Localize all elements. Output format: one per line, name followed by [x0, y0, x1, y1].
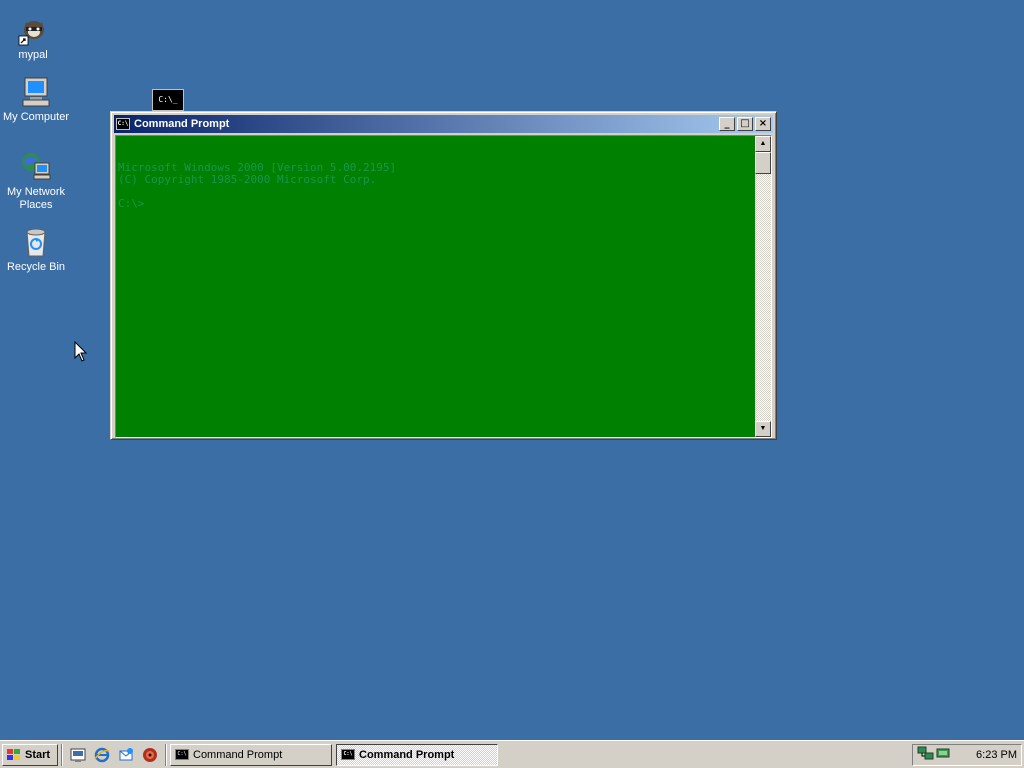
- windows-logo-icon: [6, 748, 22, 762]
- title-bar[interactable]: C:\ Command Prompt _ □ ×: [114, 115, 773, 133]
- window-title: Command Prompt: [134, 118, 230, 130]
- desktop-icon-label: My Network Places: [6, 186, 66, 211]
- cmd-drag-icon: C:\_: [152, 89, 184, 111]
- show-desktop-icon[interactable]: [68, 745, 88, 765]
- media-player-icon[interactable]: [140, 745, 160, 765]
- scroll-track[interactable]: [755, 174, 771, 421]
- clock[interactable]: 6:23 PM: [976, 749, 1017, 761]
- mouse-cursor-icon: [74, 340, 88, 366]
- cmd-task-icon: C:\: [341, 749, 355, 760]
- recycle-bin-icon: [20, 226, 52, 258]
- vertical-scrollbar[interactable]: ▲ ▼: [755, 136, 771, 437]
- console-line: (C) Copyright 1985-2000 Microsoft Corp.: [118, 173, 377, 186]
- scroll-thumb[interactable]: [755, 152, 771, 174]
- network-tray-icon-2[interactable]: [935, 745, 953, 764]
- taskbar-separator: [61, 743, 63, 766]
- system-tray: 6:23 PM: [912, 743, 1022, 766]
- desktop-icon-label: Recycle Bin: [6, 261, 66, 273]
- close-button[interactable]: ×: [755, 117, 771, 131]
- scroll-up-arrow-icon[interactable]: ▲: [755, 136, 771, 152]
- desktop-icon-label: mypal: [18, 49, 48, 61]
- desktop-icon-my-network-places[interactable]: My Network Places: [0, 151, 72, 212]
- desktop-icon-recycle-bin[interactable]: Recycle Bin: [0, 226, 72, 274]
- command-prompt-window[interactable]: C:\ Command Prompt _ □ × Microsoft Windo…: [110, 111, 777, 440]
- task-button-command-prompt-active[interactable]: C:\ Command Prompt: [336, 743, 498, 766]
- task-label: Command Prompt: [193, 748, 283, 761]
- ie-icon[interactable]: [92, 745, 112, 765]
- scroll-down-arrow-icon[interactable]: ▼: [755, 421, 771, 437]
- network-icon: [20, 151, 52, 183]
- taskbar: Start C:\ Command Prompt C:\ Command Pro…: [0, 740, 1024, 768]
- cmd-task-icon: C:\: [175, 749, 189, 760]
- raccoon-shortcut-icon: [17, 14, 49, 46]
- desktop-icon-my-computer[interactable]: My Computer: [0, 76, 72, 124]
- maximize-button[interactable]: □: [737, 117, 753, 131]
- console-prompt: C:\>: [118, 197, 145, 210]
- console-output[interactable]: Microsoft Windows 2000 [Version 5.00.219…: [116, 136, 755, 437]
- minimize-button[interactable]: _: [719, 117, 735, 131]
- start-label: Start: [25, 748, 51, 761]
- outlook-icon[interactable]: [116, 745, 136, 765]
- taskbar-separator: [165, 743, 167, 766]
- desktop: mypal My Computer My Network Places Recy…: [0, 0, 1024, 740]
- desktop-icon-label: My Computer: [2, 111, 70, 123]
- task-label: Command Prompt: [359, 748, 455, 761]
- task-button-command-prompt[interactable]: C:\ Command Prompt: [170, 743, 332, 766]
- network-tray-icon[interactable]: [917, 745, 935, 764]
- computer-icon: [20, 76, 52, 108]
- console-area[interactable]: Microsoft Windows 2000 [Version 5.00.219…: [115, 135, 772, 438]
- cmd-window-icon: C:\: [116, 118, 130, 130]
- start-button[interactable]: Start: [2, 743, 58, 766]
- desktop-icon-mypal[interactable]: mypal: [0, 14, 69, 62]
